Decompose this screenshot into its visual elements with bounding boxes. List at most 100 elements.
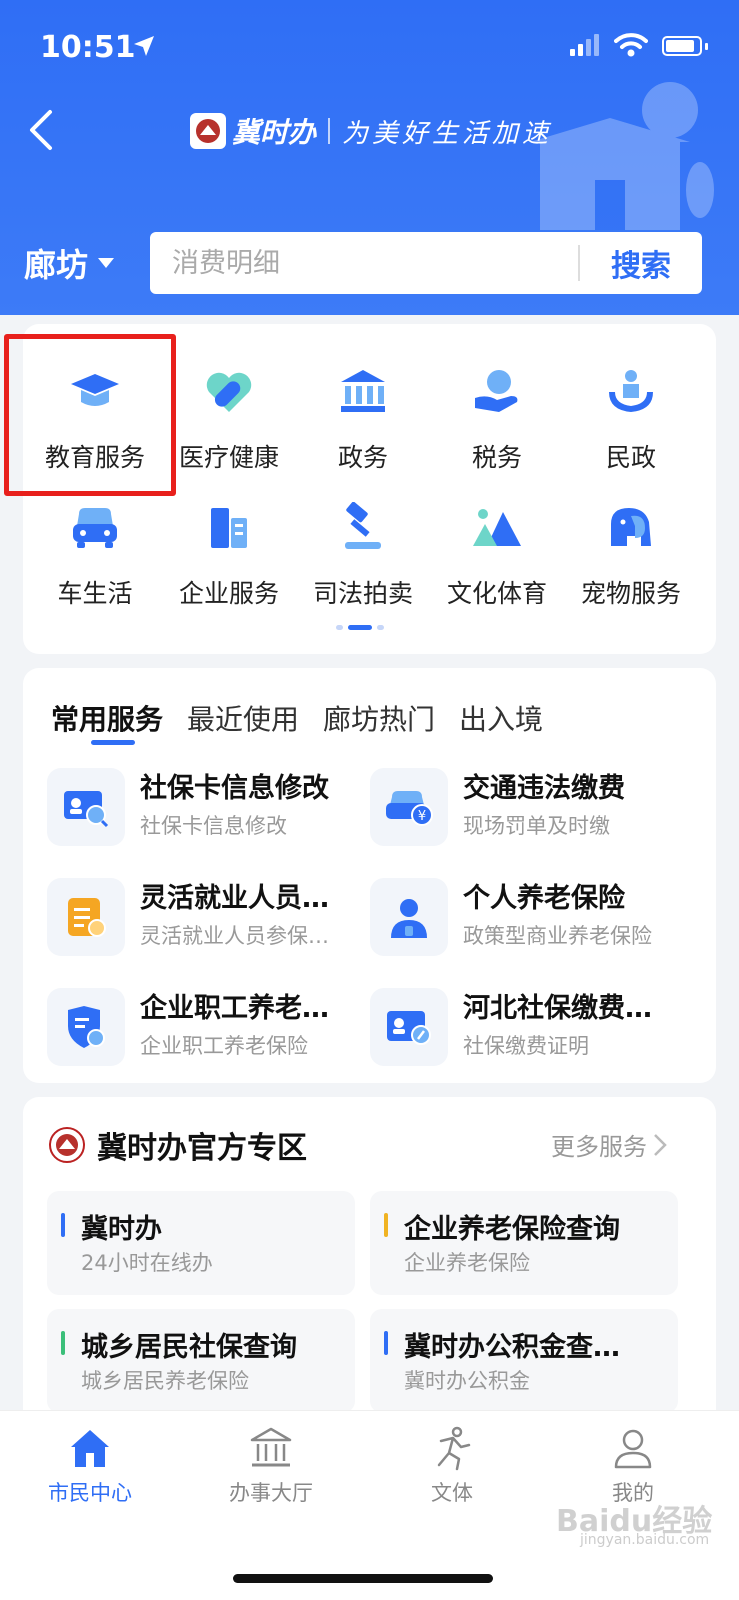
highlight-annotation-box (4, 334, 176, 496)
grid-item-medical[interactable]: 医疗健康 (162, 354, 296, 474)
user-icon (614, 1429, 652, 1469)
tab-langfang-hot[interactable]: 廊坊热门 (323, 698, 435, 738)
official-item-title: 企业养老保险查询 (404, 1214, 620, 1245)
wifi-icon (614, 33, 648, 57)
baidu-watermark-url: jingyan.baidu.com (580, 1532, 710, 1548)
elephant-icon (611, 508, 651, 546)
common-services-card: 常用服务 最近使用 廊坊热门 出入境 社保卡信息修改 社保卡信息修改 ¥ 交通违… (23, 668, 716, 1083)
search-box: 搜索 (150, 232, 702, 294)
official-item[interactable]: 企业养老保险查询 企业养老保险 (370, 1191, 678, 1295)
grid-label: 车生活 (57, 579, 133, 608)
service-item[interactable]: 河北社保缴费… 社保缴费证明 (370, 984, 690, 1074)
search-button[interactable]: 搜索 (580, 232, 702, 294)
banner-divider (328, 118, 331, 144)
service-title: 灵活就业人员… (140, 883, 329, 914)
tab-label: 办事大厅 (229, 1481, 313, 1505)
service-item[interactable]: 企业职工养老… 企业职工养老保险 (47, 984, 367, 1074)
service-title: 企业职工养老… (140, 993, 329, 1024)
accent-bar (61, 1213, 65, 1237)
svg-text:¥: ¥ (418, 809, 426, 824)
grid-item-judicial-auction[interactable]: 司法拍卖 (296, 490, 430, 610)
official-item-title: 冀时办公积金查… (404, 1332, 620, 1363)
status-time: 10:51 (40, 30, 136, 65)
grid-item-culture-sports[interactable]: 文化体育 (430, 490, 564, 610)
grid-item-government[interactable]: 政务 (296, 354, 430, 474)
official-logo-icon (49, 1127, 85, 1163)
service-item[interactable]: 灵活就业人员… 灵活就业人员参保… (47, 874, 367, 964)
signal-icon (570, 34, 599, 56)
office-building-icon (211, 508, 247, 548)
service-title: 个人养老保险 (463, 883, 625, 914)
accent-bar (61, 1331, 65, 1355)
tab-citizen-center[interactable]: 市民中心 (30, 1425, 150, 1507)
more-services-label: 更多服务 (551, 1133, 647, 1161)
service-title: 河北社保缴费… (463, 993, 652, 1024)
service-tabs: 常用服务 最近使用 廊坊热门 出入境 (51, 698, 567, 738)
caret-down-icon (98, 258, 115, 268)
official-item-subtitle: 24小时在线办 (81, 1251, 213, 1275)
page-dot (377, 625, 384, 630)
grid-label: 文化体育 (446, 579, 547, 608)
official-item[interactable]: 城乡居民社保查询 城乡居民养老保险 (47, 1309, 355, 1413)
bank-building-icon (250, 1427, 292, 1467)
tab-entry-exit[interactable]: 出入境 (459, 698, 543, 738)
app-banner: 冀时办 为美好生活加速 (190, 108, 552, 154)
location-arrow-icon (134, 36, 154, 56)
id-card-edit-icon (370, 988, 448, 1066)
grid-item-pet-services[interactable]: 宠物服务 (564, 490, 698, 610)
tab-label: 市民中心 (48, 1481, 132, 1505)
more-services-link[interactable]: 更多服务 (551, 1127, 667, 1162)
service-item[interactable]: ¥ 交通违法缴费 现场罚单及时缴 (370, 764, 690, 854)
service-subtitle: 社保缴费证明 (463, 1034, 589, 1058)
official-zone-card: 冀时办官方专区 更多服务 冀时办 24小时在线办 企业养老保险查询 企业养老保险… (23, 1097, 716, 1427)
official-item-title: 冀时办 (81, 1214, 162, 1245)
tab-culture-sports[interactable]: 文体 (392, 1425, 512, 1507)
grid-label: 税务 (471, 443, 522, 472)
heart-pill-icon (206, 372, 252, 412)
grid-item-enterprise[interactable]: 企业服务 (162, 490, 296, 610)
person-icon (370, 878, 448, 956)
running-person-icon (437, 1426, 471, 1471)
home-indicator (233, 1574, 493, 1583)
official-item[interactable]: 冀时办 24小时在线办 (47, 1191, 355, 1295)
search-input[interactable] (150, 247, 578, 279)
grid-label: 医疗健康 (178, 443, 279, 472)
header: 10:51 冀时办 为美好生活加速 廊坊 消费明细 搜索 (0, 0, 739, 315)
grid-label: 司法拍卖 (312, 579, 413, 608)
home-icon (71, 1430, 109, 1467)
service-subtitle: 企业职工养老保险 (140, 1034, 308, 1058)
service-subtitle: 现场罚单及时缴 (463, 814, 610, 838)
service-title: 交通违法缴费 (463, 773, 625, 804)
grid-item-tax[interactable]: 税务 (430, 354, 564, 474)
tab-recent[interactable]: 最近使用 (187, 698, 299, 738)
tab-mine[interactable]: 我的 (573, 1425, 693, 1507)
official-item-subtitle: 冀时办公积金 (404, 1369, 530, 1393)
city-selector[interactable]: 廊坊 (24, 238, 115, 288)
service-subtitle: 灵活就业人员参保… (140, 924, 329, 948)
accent-bar (384, 1331, 388, 1355)
tab-common-services[interactable]: 常用服务 (51, 698, 163, 738)
service-item[interactable]: 个人养老保险 政策型商业养老保险 (370, 874, 690, 964)
tab-service-hall[interactable]: 办事大厅 (211, 1425, 331, 1507)
page-indicator (336, 625, 384, 630)
official-item-title: 城乡居民社保查询 (81, 1332, 297, 1363)
back-button[interactable] (26, 108, 66, 154)
official-zone-title: 冀时办官方专区 (97, 1131, 307, 1166)
shield-search-icon (47, 988, 125, 1066)
service-subtitle: 政策型商业养老保险 (463, 924, 652, 948)
accent-bar (384, 1213, 388, 1237)
page-dot (336, 625, 343, 630)
chevron-right-icon (654, 1133, 667, 1156)
grid-item-civil-affairs[interactable]: 民政 (564, 354, 698, 474)
chevron-left-icon (30, 110, 52, 150)
app-name: 冀时办 (232, 116, 317, 149)
family-icon (609, 370, 653, 412)
official-item[interactable]: 冀时办公积金查… 冀时办公积金 (370, 1309, 678, 1413)
grid-item-car-life[interactable]: 车生活 (28, 490, 162, 610)
id-card-search-icon (47, 768, 125, 846)
official-item-subtitle: 企业养老保险 (404, 1251, 530, 1275)
grid-label: 企业服务 (178, 579, 279, 608)
page-dot-active (348, 625, 372, 630)
service-item[interactable]: 社保卡信息修改 社保卡信息修改 (47, 764, 367, 854)
grid-label: 宠物服务 (580, 579, 681, 608)
